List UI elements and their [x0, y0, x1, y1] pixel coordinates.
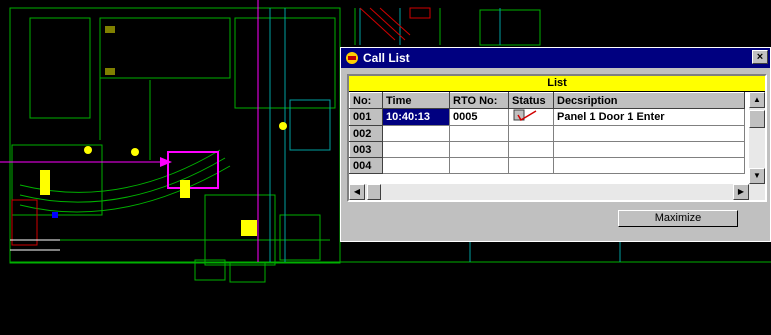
rto-cell[interactable]: 0005: [449, 108, 509, 126]
rto-cell[interactable]: [449, 125, 509, 142]
row-number: 001: [349, 108, 383, 126]
maximize-button[interactable]: Maximize: [618, 210, 738, 227]
time-cell[interactable]: [382, 141, 450, 158]
column-header-rto[interactable]: RTO No:: [449, 92, 509, 109]
dialog-title: Call List: [363, 51, 410, 65]
status-cell[interactable]: [508, 157, 554, 174]
status-cell[interactable]: [508, 125, 554, 142]
column-header-status[interactable]: Status: [508, 92, 554, 109]
horizontal-scrollbar[interactable]: ◀ ▶: [349, 184, 765, 200]
scroll-up-icon[interactable]: ▲: [749, 92, 765, 108]
row-number: 004: [349, 157, 383, 174]
rto-cell[interactable]: [449, 141, 509, 158]
call-list-table: No: Time RTO No: Status Decsription 001 …: [349, 92, 745, 174]
table-row[interactable]: 002: [349, 125, 745, 142]
row-number: 003: [349, 141, 383, 158]
time-cell[interactable]: [382, 125, 450, 142]
grid-header: List: [349, 76, 765, 92]
scroll-thumb[interactable]: [749, 110, 765, 128]
table-row[interactable]: 001 10:40:13 0005 Panel 1 Door 1 Enter: [349, 108, 745, 126]
status-check-icon: [513, 109, 537, 122]
app-icon: [346, 52, 358, 64]
rto-cell[interactable]: [449, 157, 509, 174]
description-cell[interactable]: Panel 1 Door 1 Enter: [553, 108, 745, 126]
scroll-down-icon[interactable]: ▼: [749, 168, 765, 184]
call-list-dialog: Call List × List No: Time RTO No: Status…: [340, 47, 771, 242]
table-row[interactable]: 004: [349, 157, 745, 174]
time-cell[interactable]: 10:40:13: [382, 108, 450, 126]
column-header-time[interactable]: Time: [382, 92, 450, 109]
description-cell[interactable]: [553, 157, 745, 174]
horizontal-scroll-thumb[interactable]: [367, 184, 381, 200]
status-cell[interactable]: [508, 141, 554, 158]
scroll-left-icon[interactable]: ◀: [349, 184, 365, 200]
status-cell[interactable]: [508, 108, 554, 126]
column-header-description[interactable]: Decsription: [553, 92, 745, 109]
dialog-title-bar[interactable]: Call List ×: [341, 48, 770, 68]
description-cell[interactable]: [553, 125, 745, 142]
table-row[interactable]: 003: [349, 141, 745, 158]
vertical-scrollbar[interactable]: ▲ ▼: [749, 92, 765, 184]
table-header-row: No: Time RTO No: Status Decsription: [349, 92, 745, 109]
close-button[interactable]: ×: [752, 50, 768, 64]
time-cell[interactable]: [382, 157, 450, 174]
row-number: 002: [349, 125, 383, 142]
column-header-no[interactable]: No:: [349, 92, 383, 109]
scroll-right-icon[interactable]: ▶: [733, 184, 749, 200]
call-list-grid[interactable]: List No: Time RTO No: Status Decsription…: [347, 74, 767, 202]
description-cell[interactable]: [553, 141, 745, 158]
